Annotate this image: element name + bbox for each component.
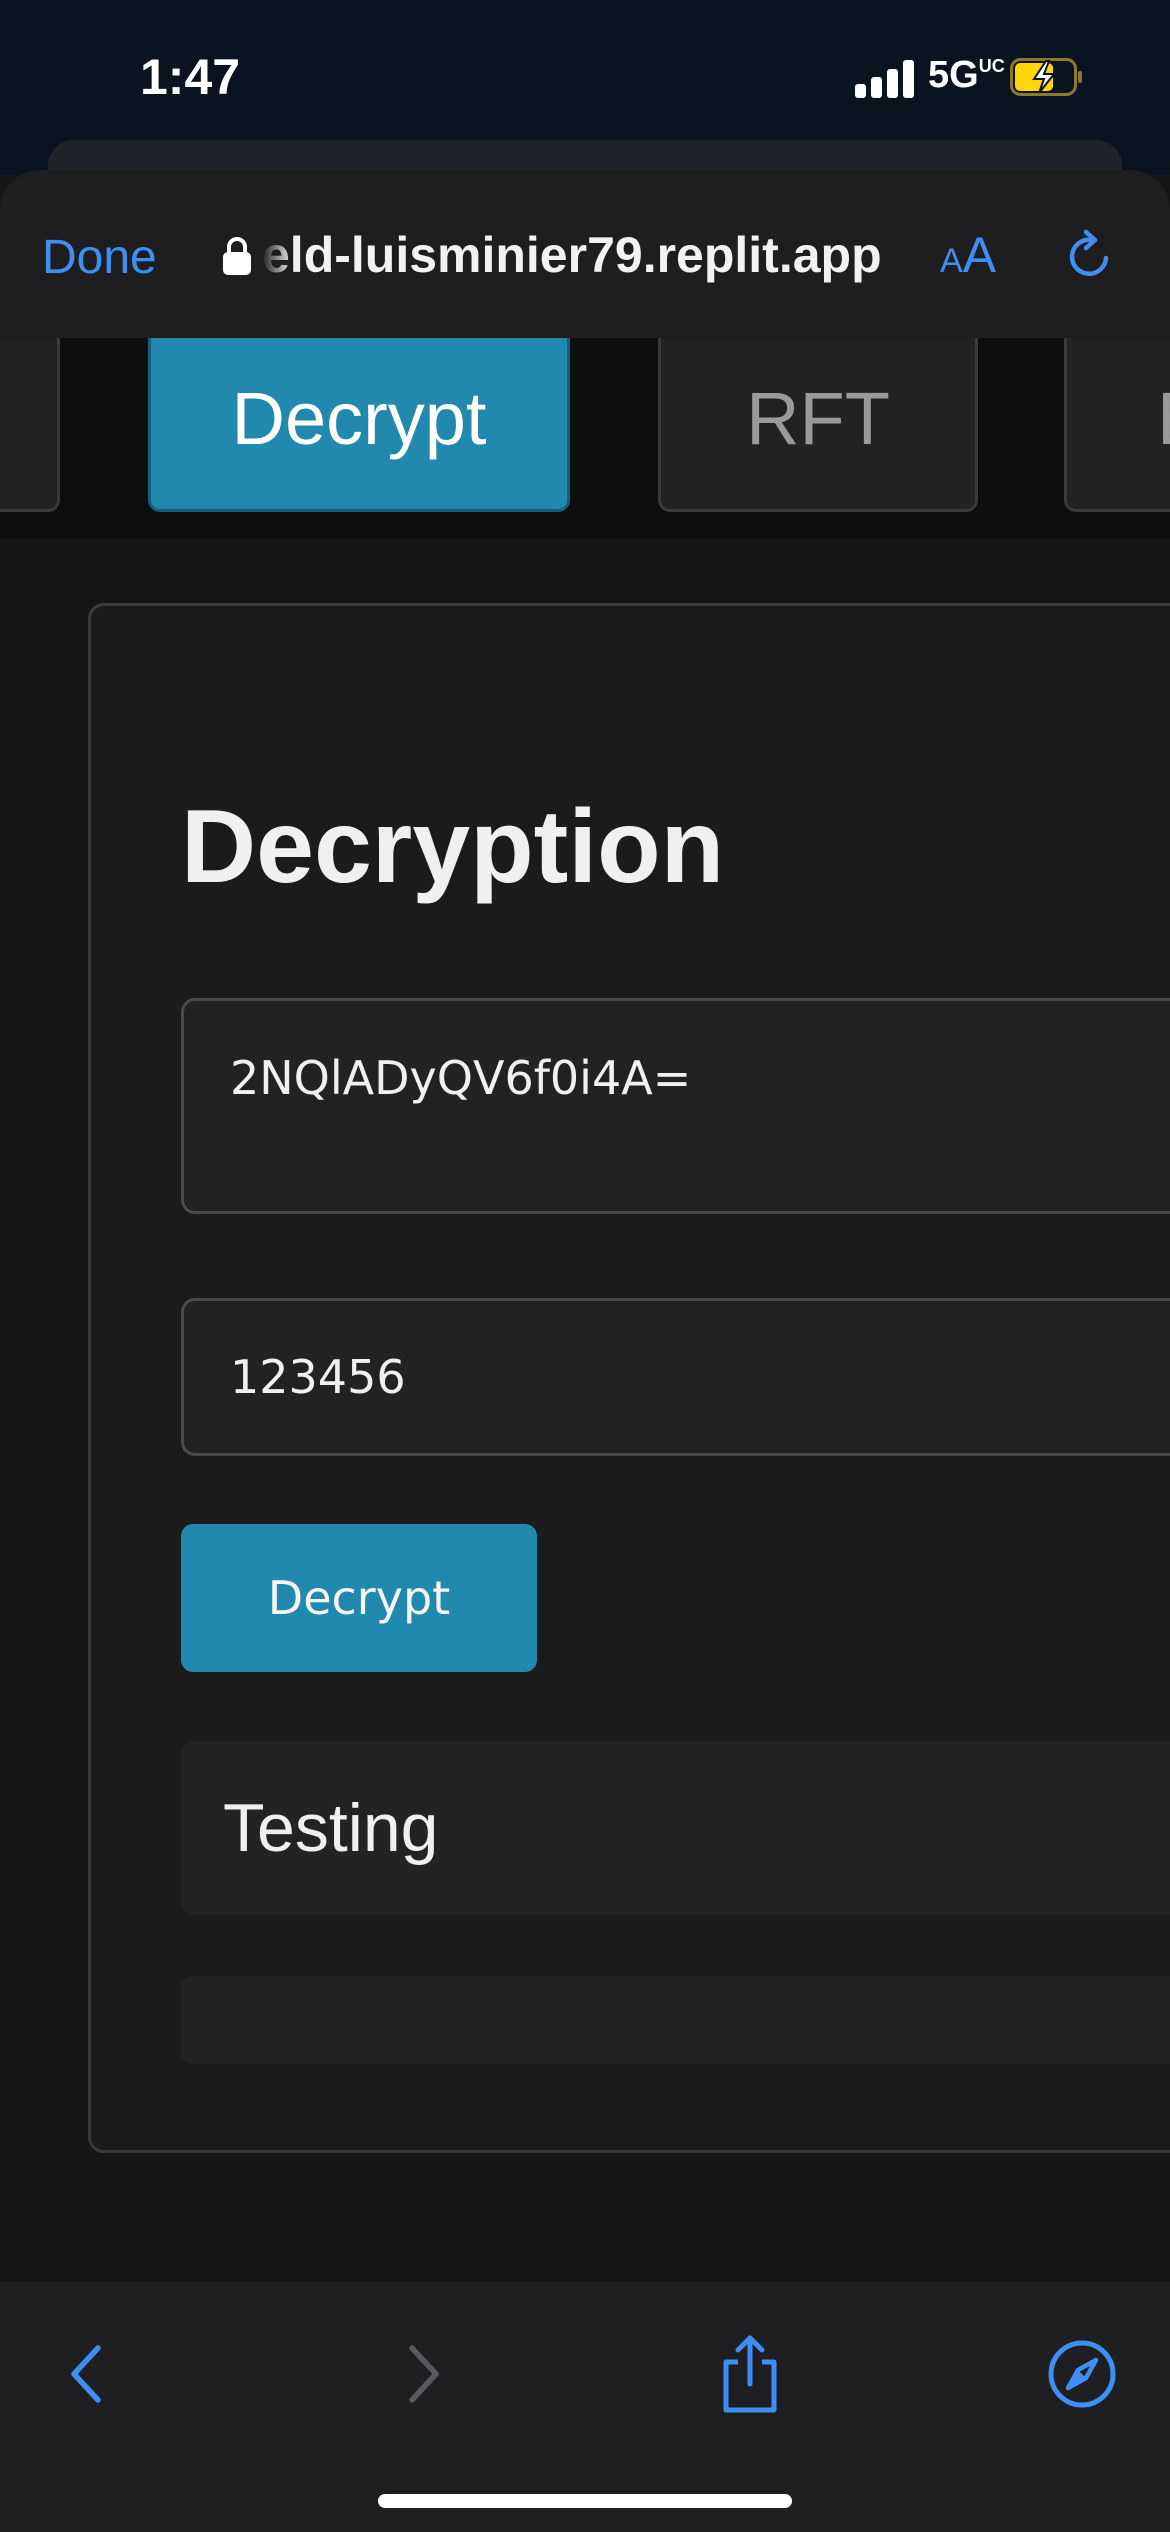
tab-next[interactable]: E bbox=[1064, 338, 1170, 512]
lock-icon bbox=[223, 237, 251, 275]
back-arrow-icon[interactable] bbox=[46, 2332, 130, 2416]
home-indicator bbox=[378, 2494, 792, 2508]
status-time: 1:47 bbox=[140, 49, 241, 105]
status-bar: 1:47 5GUC bbox=[0, 0, 1170, 220]
tab-rft[interactable]: RFT bbox=[658, 338, 978, 512]
network-type: 5GUC bbox=[928, 54, 1005, 96]
decrypt-button[interactable]: Decrypt bbox=[181, 1524, 537, 1672]
done-button[interactable]: Done bbox=[42, 230, 157, 285]
reload-icon[interactable] bbox=[1062, 228, 1118, 284]
compass-icon[interactable] bbox=[1040, 2332, 1124, 2416]
forward-arrow-icon[interactable] bbox=[380, 2332, 464, 2416]
password-input[interactable]: 123456 bbox=[181, 1298, 1170, 1456]
section-title: Decryption bbox=[181, 789, 725, 905]
tab-previous[interactable] bbox=[0, 338, 60, 512]
share-icon[interactable] bbox=[708, 2332, 792, 2416]
secondary-output bbox=[181, 1976, 1170, 2064]
decryption-card: Decryption 2NQlADyQV6f0i4A= 123456 Decry… bbox=[88, 603, 1170, 2153]
cellular-signal-icon bbox=[855, 60, 915, 98]
battery-charging-icon bbox=[1010, 58, 1082, 96]
tab-decrypt[interactable]: Decrypt bbox=[148, 338, 570, 512]
web-page: Decrypt RFT E Decryption 2NQlADyQV6f0i4A… bbox=[0, 338, 1170, 2282]
screen: 1:47 5GUC Done eld-luisminier79.replit.a… bbox=[0, 0, 1170, 2532]
decrypted-output: Testing bbox=[181, 1742, 1170, 1914]
text-size-button[interactable]: AA bbox=[940, 226, 996, 284]
address-bar-url[interactable]: eld-luisminier79.replit.app bbox=[262, 226, 892, 284]
ciphertext-input[interactable]: 2NQlADyQV6f0i4A= bbox=[181, 998, 1170, 1214]
browser-toolbar: Done eld-luisminier79.replit.app AA bbox=[0, 170, 1170, 338]
